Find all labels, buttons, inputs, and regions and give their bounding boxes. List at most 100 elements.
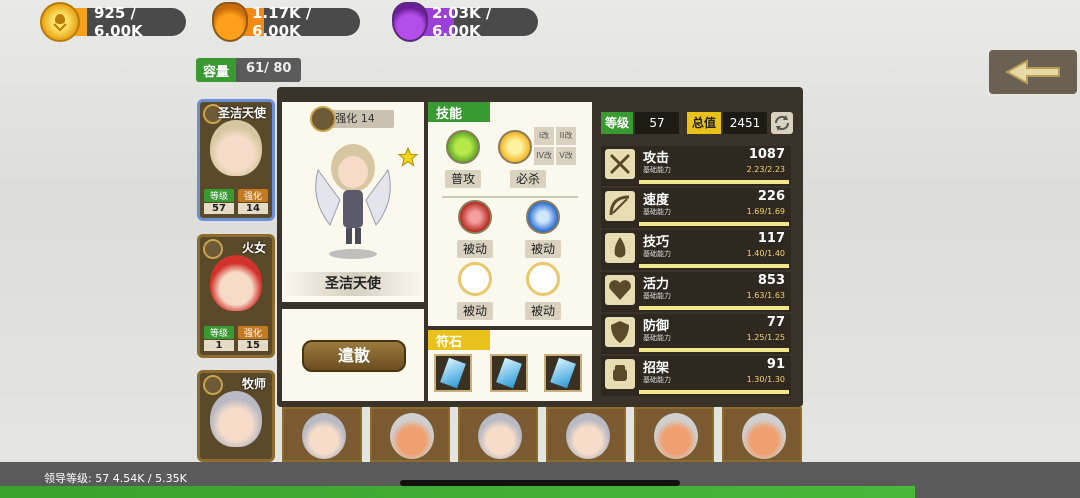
back-button[interactable] bbox=[989, 50, 1077, 94]
hero-portrait bbox=[210, 391, 262, 447]
passive-skill-icon[interactable] bbox=[458, 200, 492, 234]
capacity-label: 容量 bbox=[196, 58, 237, 82]
hero-name: 牧师 bbox=[241, 377, 266, 391]
ultimate-label: 必杀 bbox=[510, 170, 546, 188]
stat-parry: 招架 基础能力 91 1.30/1.30 bbox=[601, 356, 791, 396]
stat-value: 226 bbox=[757, 189, 785, 204]
defense-shield-icon bbox=[605, 317, 635, 347]
upgrade-slot: II改 bbox=[556, 127, 576, 145]
dismiss-button[interactable]: 遣散 bbox=[302, 340, 406, 372]
stat-defense: 防御 基础能力 77 1.25/1.25 bbox=[601, 314, 791, 354]
rune-crystal-icon bbox=[496, 357, 522, 389]
stat-ratio: 2.23/2.23 bbox=[746, 165, 785, 174]
refresh-button[interactable] bbox=[771, 112, 793, 134]
hero-thumbnail[interactable] bbox=[458, 407, 538, 462]
hero-thumbnail[interactable] bbox=[722, 407, 802, 462]
level-value: 57 bbox=[635, 112, 679, 134]
hero-thumbnail[interactable] bbox=[370, 407, 450, 462]
star-icon bbox=[398, 147, 418, 167]
hero-enhance: 强化 15 bbox=[238, 326, 268, 352]
stat-sub: 基础能力 bbox=[643, 250, 671, 258]
stat-value: 77 bbox=[766, 315, 785, 330]
stat-bar bbox=[639, 222, 789, 226]
summary-row: 等级 57 总值 2451 bbox=[601, 112, 793, 134]
passive-label: 被动 bbox=[525, 302, 561, 320]
hero-level: 等级 1 bbox=[204, 326, 234, 352]
speed-bow-icon bbox=[605, 191, 635, 221]
hero-enhance: 强化 14 bbox=[238, 189, 268, 215]
orange-potion-icon bbox=[212, 2, 248, 42]
orange-potion-value: 1.17K / 6.00K bbox=[252, 4, 312, 40]
dismiss-box: 遣散 bbox=[282, 309, 424, 401]
rune-slot[interactable] bbox=[490, 354, 528, 392]
empty-passive-slot-icon[interactable] bbox=[526, 262, 560, 296]
upgrade-slot: I改 bbox=[534, 127, 554, 145]
upgrade-slot: V改 bbox=[556, 147, 576, 165]
bottom-green-strip bbox=[0, 486, 915, 498]
skills-title: 技能 bbox=[428, 102, 490, 122]
rune-crystal-icon bbox=[440, 357, 466, 389]
stat-bar bbox=[639, 264, 789, 268]
hero-name: 火女 bbox=[241, 241, 266, 255]
stat-vitality: 活力 基础能力 853 1.63/1.63 bbox=[601, 272, 791, 312]
rune-slot[interactable] bbox=[434, 354, 472, 392]
attack-swords-icon bbox=[605, 149, 635, 179]
normal-attack-label: 普攻 bbox=[445, 170, 481, 188]
hero-sprite bbox=[315, 144, 391, 259]
skills-box: 技能 普攻 必杀 I改 II改 IV改 V改 被动 被动 被动 被动 bbox=[428, 102, 592, 326]
gold-coin-icon bbox=[40, 2, 80, 42]
ultimate-skill-icon[interactable] bbox=[498, 130, 532, 164]
rune-slot[interactable] bbox=[544, 354, 582, 392]
parry-fist-icon bbox=[605, 359, 635, 389]
upgrade-slot: IV改 bbox=[534, 147, 554, 165]
level-label: 等级 bbox=[601, 112, 633, 134]
skill-flame-icon bbox=[605, 233, 635, 263]
hero-portrait bbox=[210, 120, 262, 176]
hero-portrait bbox=[210, 255, 262, 311]
stat-bar bbox=[639, 180, 789, 184]
stat-value: 91 bbox=[766, 357, 785, 372]
runes-box: 符石 bbox=[428, 330, 592, 401]
stat-name: 防御 bbox=[643, 319, 670, 334]
passive-label: 被动 bbox=[525, 240, 561, 258]
normal-attack-skill-icon[interactable] bbox=[446, 130, 480, 164]
capacity-value: 61/ 80 bbox=[236, 58, 302, 82]
leader-level-text: 领导等级: 57 4.54K / 5.35K bbox=[44, 472, 187, 485]
stat-sub: 基础能力 bbox=[643, 376, 671, 384]
vitality-heart-icon bbox=[605, 275, 635, 305]
empty-passive-slot-icon[interactable] bbox=[458, 262, 492, 296]
portrait-box: 强化 14 圣洁天使 bbox=[282, 102, 424, 302]
passive-skill-icon[interactable] bbox=[526, 200, 560, 234]
stat-ratio: 1.40/1.40 bbox=[746, 249, 785, 258]
stat-value: 117 bbox=[757, 231, 785, 246]
stat-attack: 攻击 基础能力 1087 2.23/2.23 bbox=[601, 146, 791, 186]
key-icon bbox=[203, 375, 223, 395]
home-indicator[interactable] bbox=[400, 480, 680, 486]
bottom-bar: 领导等级: 57 4.54K / 5.35K bbox=[0, 462, 1080, 498]
hero-card[interactable]: 牧师 bbox=[197, 370, 275, 462]
back-arrow-icon bbox=[1004, 59, 1060, 85]
hero-detail-panel: 强化 14 圣洁天使 遣散 技能 普攻 必杀 I改 II改 IV改 V改 被动 … bbox=[277, 87, 803, 407]
stat-ratio: 1.30/1.30 bbox=[746, 375, 785, 384]
stat-sub: 基础能力 bbox=[643, 292, 671, 300]
stat-value: 1087 bbox=[748, 147, 785, 162]
purple-potion-value: 2.03K / 6.00K bbox=[432, 4, 492, 40]
hero-thumbnail[interactable] bbox=[546, 407, 626, 462]
hero-thumbnail[interactable] bbox=[634, 407, 714, 462]
hero-thumbnail[interactable] bbox=[282, 407, 362, 462]
capacity-indicator: 容量 61/ 80 bbox=[196, 58, 302, 82]
runes-title: 符石 bbox=[428, 330, 490, 350]
hero-card[interactable]: 圣洁天使 等级 57 强化 14 bbox=[197, 99, 275, 221]
stat-sub: 基础能力 bbox=[643, 166, 671, 174]
passive-label: 被动 bbox=[457, 302, 493, 320]
hero-grid-row bbox=[282, 407, 802, 462]
hero-name-plate: 圣洁天使 bbox=[282, 272, 424, 296]
stat-sub: 基础能力 bbox=[643, 334, 671, 342]
hero-card[interactable]: 火女 等级 1 强化 15 bbox=[197, 234, 275, 358]
stat-name: 技巧 bbox=[643, 235, 670, 250]
total-value: 2451 bbox=[723, 112, 767, 134]
total-label: 总值 bbox=[687, 112, 721, 134]
stat-value: 853 bbox=[757, 273, 785, 288]
stat-bar bbox=[639, 348, 789, 352]
key-icon bbox=[203, 239, 223, 259]
